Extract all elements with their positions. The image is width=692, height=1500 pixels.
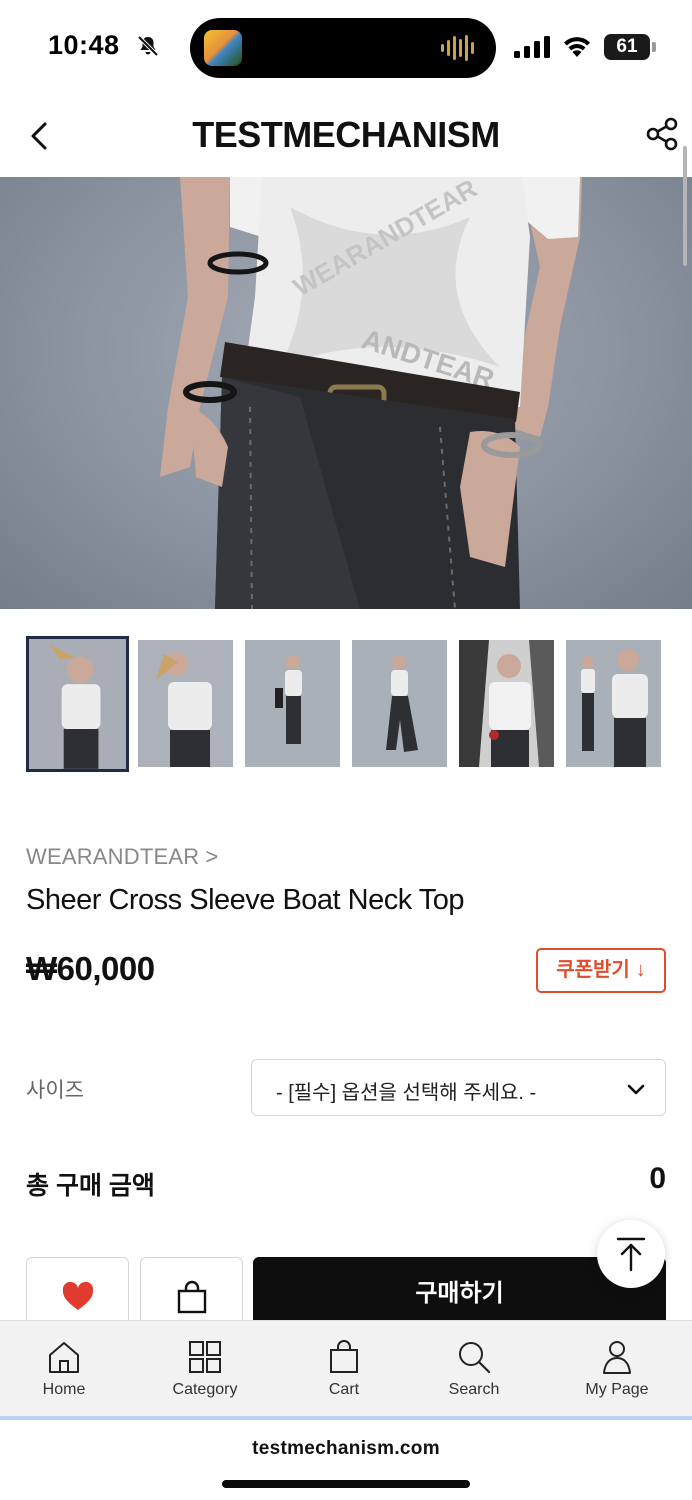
brand-name: WEARANDTEAR [26,844,200,869]
now-playing-artwork [204,30,242,66]
tab-search[interactable]: Search [424,1321,524,1417]
product-price: ₩60,000 [26,950,155,987]
search-icon [459,1342,491,1374]
tab-category-label: Category [172,1381,238,1398]
tab-cart-label: Cart [328,1381,360,1398]
user-icon [603,1341,631,1374]
cellular-signal-icon [514,36,550,58]
tab-category[interactable]: Category [155,1321,255,1417]
thumbnail-4[interactable] [352,640,447,767]
total-price-label: 총 구매 금액 [26,1172,155,1200]
size-option-select[interactable]: - [필수] 옵션을 선택해 주세요. - [251,1059,666,1116]
tab-cart[interactable]: Cart [294,1321,394,1417]
status-bar: 10:48 61 [0,0,692,96]
thumbnail-3[interactable] [245,640,340,767]
arrow-up-icon [616,1237,646,1272]
browser-address-bar[interactable]: testmechanism.com [0,1416,692,1500]
shopping-bag-icon [177,1280,207,1314]
size-option-label: 사이즈 [26,1079,84,1102]
tab-search-label: Search [448,1381,500,1398]
heart-icon [62,1281,94,1310]
home-icon [49,1342,79,1373]
tab-home[interactable]: Home [14,1321,114,1417]
brand-link[interactable]: WEARANDTEAR > [26,844,218,870]
download-arrow-icon: ↓ [635,959,646,981]
product-title: Sheer Cross Sleeve Boat Neck Top [26,884,465,916]
thumbnail-strip [26,636,666,774]
chevron-down-icon [627,1084,645,1095]
scroll-indicator [683,146,687,266]
scroll-to-top-button[interactable] [597,1220,665,1288]
thumbnail-5[interactable] [459,640,554,767]
tab-home-label: Home [42,1381,86,1398]
coupon-button-label: 쿠폰받기 [556,959,630,981]
audio-waveform-icon [441,35,474,61]
model-photo: WEARANDTEAR ANDTEAR [160,177,582,609]
chevron-right-icon: > [205,844,219,869]
size-option-value: - [필수] 옵션을 선택해 주세요. - [276,1082,537,1104]
app-header: TESTMECHANISM [0,96,692,176]
browser-url[interactable]: testmechanism.com [0,1438,692,1460]
tab-my-page-label: My Page [585,1381,649,1398]
status-time: 10:48 [48,30,120,60]
store-logo[interactable]: TESTMECHANISM [0,114,692,156]
thumbnail-6[interactable] [566,640,661,767]
total-price-value: 0 [649,1162,666,1195]
home-indicator[interactable] [222,1480,470,1488]
bag-icon [330,1340,358,1373]
share-icon[interactable] [644,116,680,152]
tab-my-page[interactable]: My Page [567,1321,667,1417]
thumbnail-2[interactable] [138,640,233,767]
product-main-image[interactable]: WEARANDTEAR ANDTEAR [0,177,692,609]
bell-muted-icon [137,35,159,57]
thumbnail-1[interactable] [26,636,129,772]
dynamic-island[interactable] [190,18,496,78]
bottom-tab-bar: Home Category Cart Search My Page [0,1320,692,1416]
battery-indicator: 61 [604,34,656,60]
battery-percent: 61 [616,36,638,57]
wifi-icon [564,37,590,57]
get-coupon-button[interactable]: 쿠폰받기 ↓ [536,948,666,993]
grid-icon [189,1341,221,1373]
